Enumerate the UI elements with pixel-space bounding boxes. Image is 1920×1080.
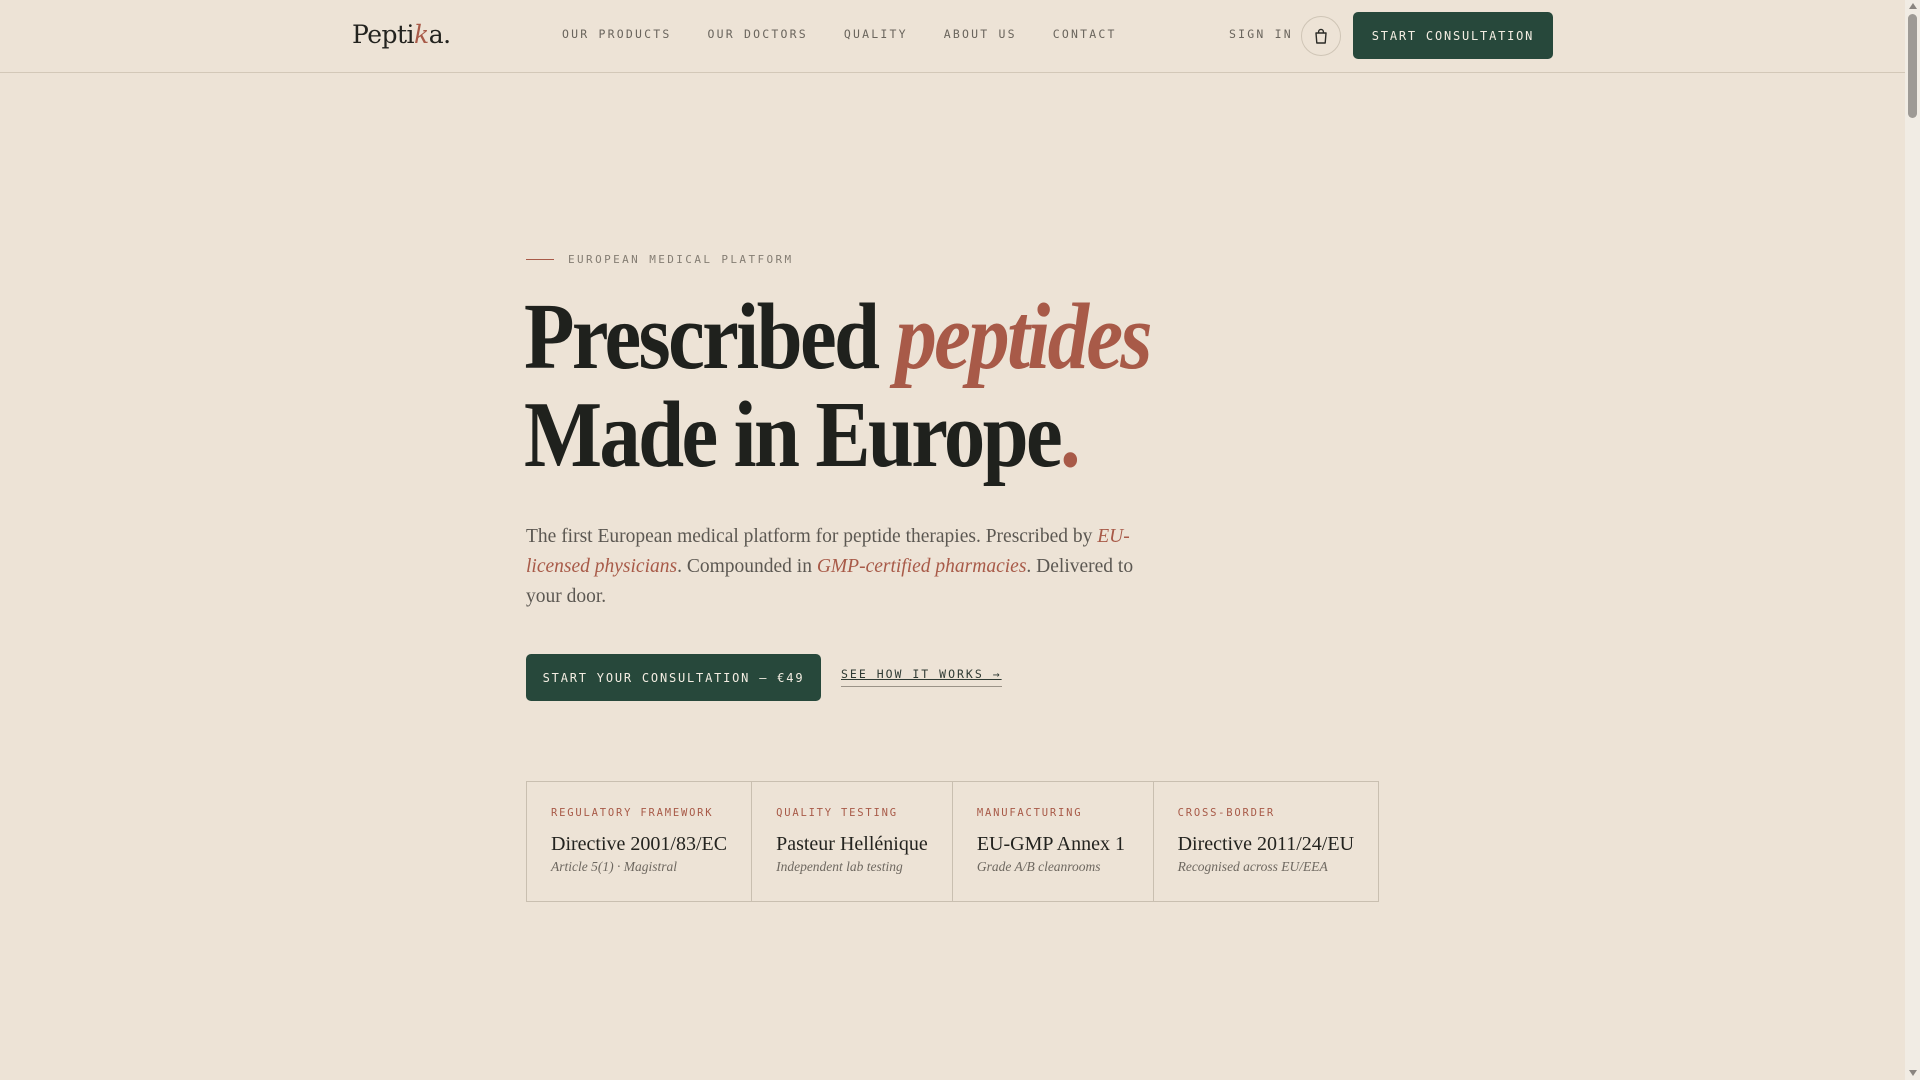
scroll-down-arrow-icon[interactable] <box>1909 1070 1917 1076</box>
nav-about-us[interactable]: ABOUT US <box>944 27 1017 41</box>
credential-subtitle: Grade A/B cleanrooms <box>976 859 1101 874</box>
hero-headline: Prescribed peptides Made in Europe. <box>524 285 1153 487</box>
main-nav: OUR PRODUCTS OUR DOCTORS QUALITY ABOUT U… <box>562 27 1153 41</box>
scroll-up-arrow-icon[interactable] <box>1909 3 1917 9</box>
credential-card-regulatory: REGULATORY FRAMEWORK Directive 2001/83/E… <box>527 782 753 901</box>
cart-button[interactable] <box>1301 16 1341 56</box>
gmp-pharmacies-link[interactable]: GMP-certified pharmacies <box>817 556 1027 577</box>
credential-card-quality: QUALITY TESTING Pasteur Hellénique Indep… <box>752 782 953 901</box>
credential-subtitle: Article 5(1) · Magistral <box>551 859 677 874</box>
logo[interactable]: Peptika. <box>352 20 451 49</box>
credential-subtitle: Recognised across EU/EEA <box>1177 859 1328 874</box>
nav-our-doctors[interactable]: OUR DOCTORS <box>707 27 807 41</box>
hero-eyebrow: EUROPEAN MEDICAL PLATFORM <box>526 253 794 266</box>
credential-title: Directive 2011/24/EU <box>1177 833 1355 855</box>
credential-kicker: REGULATORY FRAMEWORK <box>551 807 714 819</box>
credential-subtitle: Independent lab testing <box>776 859 903 874</box>
logo-part-1: Pepti <box>352 20 415 49</box>
nav-contact[interactable]: CONTACT <box>1053 27 1117 41</box>
logo-part-2: a. <box>428 20 451 49</box>
nav-our-products[interactable]: OUR PRODUCTS <box>562 27 671 41</box>
credentials-strip: REGULATORY FRAMEWORK Directive 2001/83/E… <box>526 781 1379 902</box>
start-consultation-button[interactable]: START CONSULTATION <box>1353 12 1553 59</box>
credential-card-cross-border: CROSS-BORDER Directive 2011/24/EU Recogn… <box>1154 782 1378 901</box>
nav-quality[interactable]: QUALITY <box>844 27 908 41</box>
lede-part-2: . Compounded in <box>677 556 817 577</box>
see-how-it-works-link[interactable]: SEE HOW IT WORKS → <box>841 667 1002 687</box>
credential-kicker: QUALITY TESTING <box>776 807 898 819</box>
credential-title: Pasteur Hellénique <box>776 833 928 855</box>
credential-kicker: CROSS-BORDER <box>1177 807 1276 819</box>
headline-dot: . <box>1060 383 1081 487</box>
sign-in-link[interactable]: SIGN IN <box>1229 27 1293 41</box>
start-your-consultation-button[interactable]: START YOUR CONSULTATION — €49 <box>526 654 821 701</box>
site-header: Peptika. OUR PRODUCTS OUR DOCTORS QUALIT… <box>0 0 1905 73</box>
credential-card-manufacturing: MANUFACTURING EU-GMP Annex 1 Grade A/B c… <box>953 782 1154 901</box>
lede-part-1: The first European medical platform for … <box>526 526 1098 547</box>
logo-part-accent: k <box>414 20 429 49</box>
headline-line2: Made in Europe <box>524 383 1063 487</box>
hero-lede: The first European medical platform for … <box>526 522 1146 612</box>
shopping-bag-icon <box>1315 28 1327 44</box>
scrollbar[interactable] <box>1905 0 1920 1080</box>
eyebrow-text: EUROPEAN MEDICAL PLATFORM <box>568 253 794 266</box>
scrollbar-thumb[interactable] <box>1908 14 1917 118</box>
credential-title: EU-GMP Annex 1 <box>976 833 1125 855</box>
eyebrow-rule <box>526 259 554 260</box>
headline-line1: Prescribed <box>524 285 880 389</box>
credential-title: Directive 2001/83/EC <box>551 833 728 855</box>
credential-kicker: MANUFACTURING <box>976 807 1083 819</box>
headline-accent: peptides <box>895 285 1152 389</box>
